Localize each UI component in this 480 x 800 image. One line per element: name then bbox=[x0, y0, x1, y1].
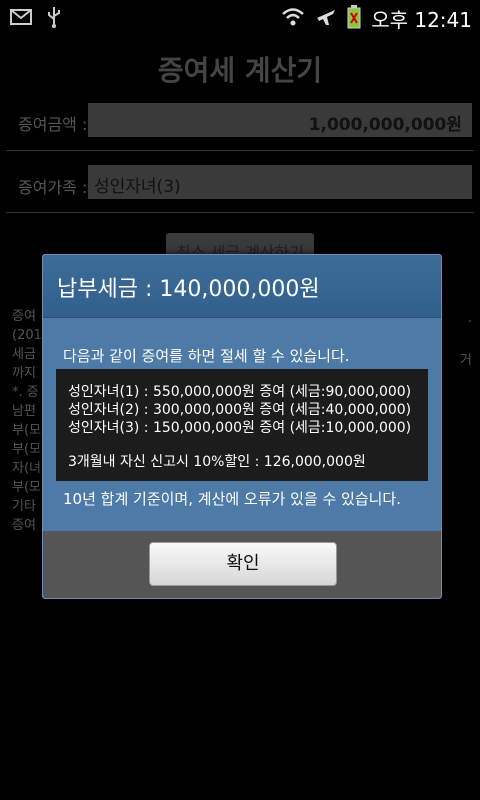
battery-icon bbox=[347, 4, 361, 33]
result-line: 성인자녀(3) : 150,000,000원 증여 (세금:10,000,000… bbox=[68, 420, 412, 436]
family-label: 증여가족 : bbox=[18, 178, 88, 197]
usb-icon bbox=[46, 6, 62, 32]
dialog-title: 납부세금 : 140,000,000원 bbox=[57, 277, 320, 302]
amount-input[interactable]: 1,000,000,000원 bbox=[88, 103, 472, 137]
discount-line: 3개월내 자신 신고시 10%할인 : 126,000,000원 bbox=[68, 454, 366, 470]
family-value: 성인자녀(3) bbox=[94, 177, 181, 197]
dialog-footer: 확인 bbox=[43, 531, 441, 598]
divider bbox=[6, 150, 474, 151]
mail-icon bbox=[10, 9, 32, 29]
tax-result-dialog: 납부세금 : 140,000,000원 다음과 같이 증여를 하면 절세 할 수… bbox=[42, 254, 442, 599]
result-line: 성인자녀(1) : 550,000,000원 증여 (세금:90,000,000… bbox=[68, 384, 412, 400]
ok-button[interactable]: 확인 bbox=[149, 542, 337, 586]
status-bar: 오후 12:41 bbox=[0, 0, 480, 33]
divider bbox=[6, 212, 474, 213]
amount-value: 1,000,000,000원 bbox=[308, 115, 462, 135]
dialog-header: 납부세금 : 140,000,000원 bbox=[43, 255, 441, 318]
dialog-message: 다음과 같이 증여를 하면 절세 할 수 있습니다. bbox=[63, 347, 350, 365]
result-box: 성인자녀(1) : 550,000,000원 증여 (세금:90,000,000… bbox=[56, 369, 428, 481]
family-select[interactable]: 성인자녀(3) bbox=[88, 165, 472, 199]
amount-label: 증여금액 : bbox=[18, 115, 88, 134]
background-text: 거 bbox=[460, 353, 472, 368]
wifi-icon bbox=[281, 7, 305, 31]
result-line: 성인자녀(2) : 300,000,000원 증여 (세금:40,000,000… bbox=[68, 402, 412, 418]
background-text: . bbox=[467, 311, 472, 326]
dialog-note: 10년 합계 기준이며, 계산에 오류가 있을 수 있습니다. bbox=[63, 490, 402, 508]
app-title: 증여세 계산기 bbox=[157, 54, 323, 87]
airplane-icon bbox=[315, 6, 337, 32]
background-text: 증여 (201 세금 까지 *. 증 남편 부(모 부(모 자(녀 부(모 기타… bbox=[12, 309, 42, 533]
status-time: 오후 12:41 bbox=[371, 8, 472, 32]
